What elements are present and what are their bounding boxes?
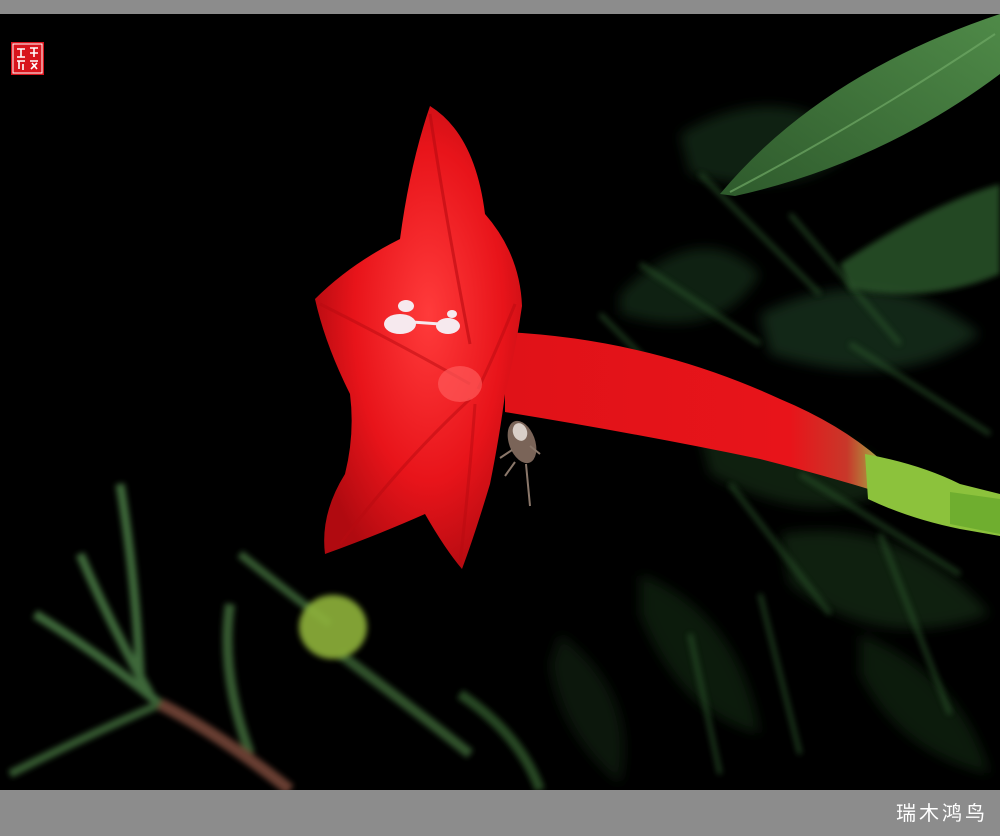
- insect: [499, 420, 541, 507]
- photo-frame: 瑞木鸿鸟: [0, 0, 1000, 836]
- flower-petals: [315, 106, 522, 569]
- large-leaf: [720, 14, 1000, 196]
- flower-bud: [299, 595, 367, 659]
- bottom-border: 瑞木鸿鸟: [0, 790, 1000, 836]
- flower-photo: [0, 14, 1000, 790]
- top-border: [0, 0, 1000, 14]
- seal-stamp: [11, 42, 44, 75]
- second-leaf: [840, 184, 1000, 294]
- flower-throat: [438, 366, 482, 402]
- photographer-signature: 瑞木鸿鸟: [896, 801, 988, 825]
